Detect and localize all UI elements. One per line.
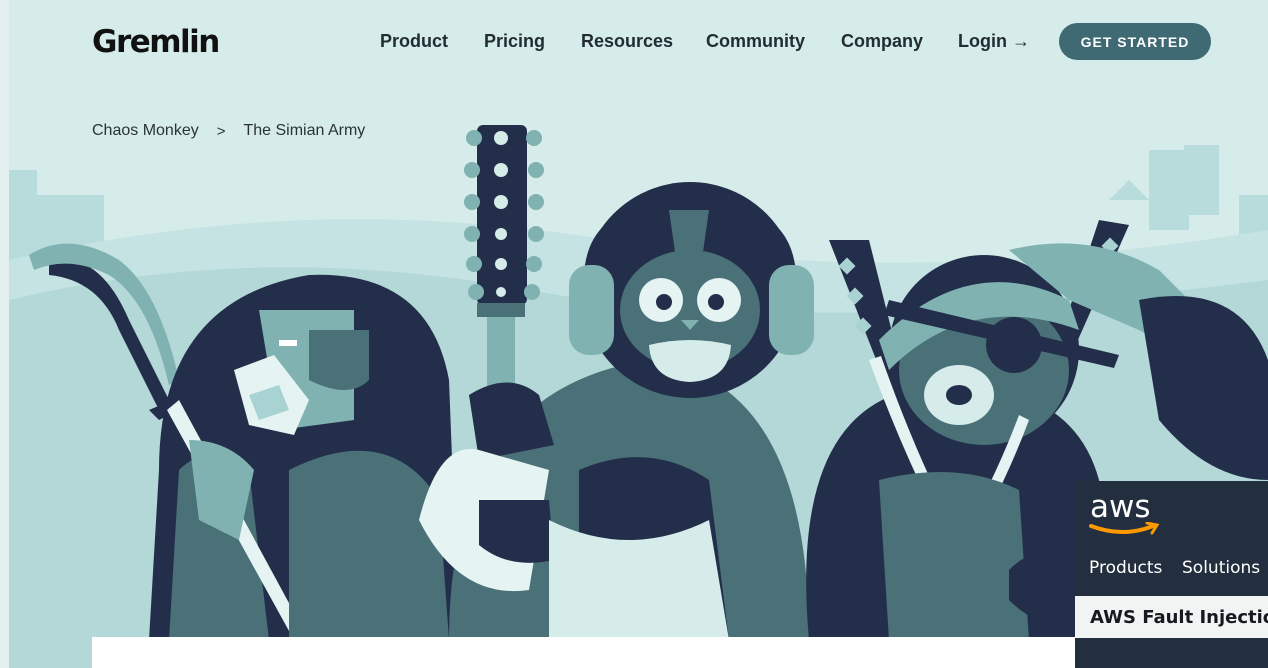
nav-resources[interactable]: Resources — [581, 31, 673, 52]
content-card — [92, 637, 1092, 668]
nav-community[interactable]: Community — [706, 31, 805, 52]
nav-login[interactable]: Login → — [958, 31, 1030, 52]
aws-page-title: AWS Fault Injection — [1090, 607, 1268, 628]
breadcrumb: Chaos Monkey > The Simian Army — [92, 122, 365, 140]
gremlin-logo[interactable]: Gremlin — [92, 24, 220, 60]
aws-nav-products[interactable]: Products — [1089, 558, 1162, 578]
aws-smile-icon — [1089, 522, 1160, 535]
nav-company[interactable]: Company — [841, 31, 923, 52]
aws-logo[interactable]: aws — [1090, 489, 1151, 525]
get-started-button[interactable]: GET STARTED — [1059, 23, 1211, 60]
nav-product[interactable]: Product — [380, 31, 448, 52]
page: Gremlin Product Pricing Resources Commun… — [0, 0, 1268, 668]
aws-title-bar: AWS Fault Injection — [1075, 596, 1268, 638]
nav-pricing[interactable]: Pricing — [484, 31, 545, 52]
breadcrumb-separator: > — [216, 122, 226, 140]
aws-nav-solutions[interactable]: Solutions — [1182, 558, 1260, 578]
breadcrumb-simian-army[interactable]: The Simian Army — [243, 122, 365, 140]
aws-popup: aws Products Solutions AWS Fault Injecti… — [1075, 481, 1268, 668]
breadcrumb-chaos-monkey[interactable]: Chaos Monkey — [92, 122, 199, 140]
top-navigation: Gremlin Product Pricing Resources Commun… — [0, 0, 1268, 84]
